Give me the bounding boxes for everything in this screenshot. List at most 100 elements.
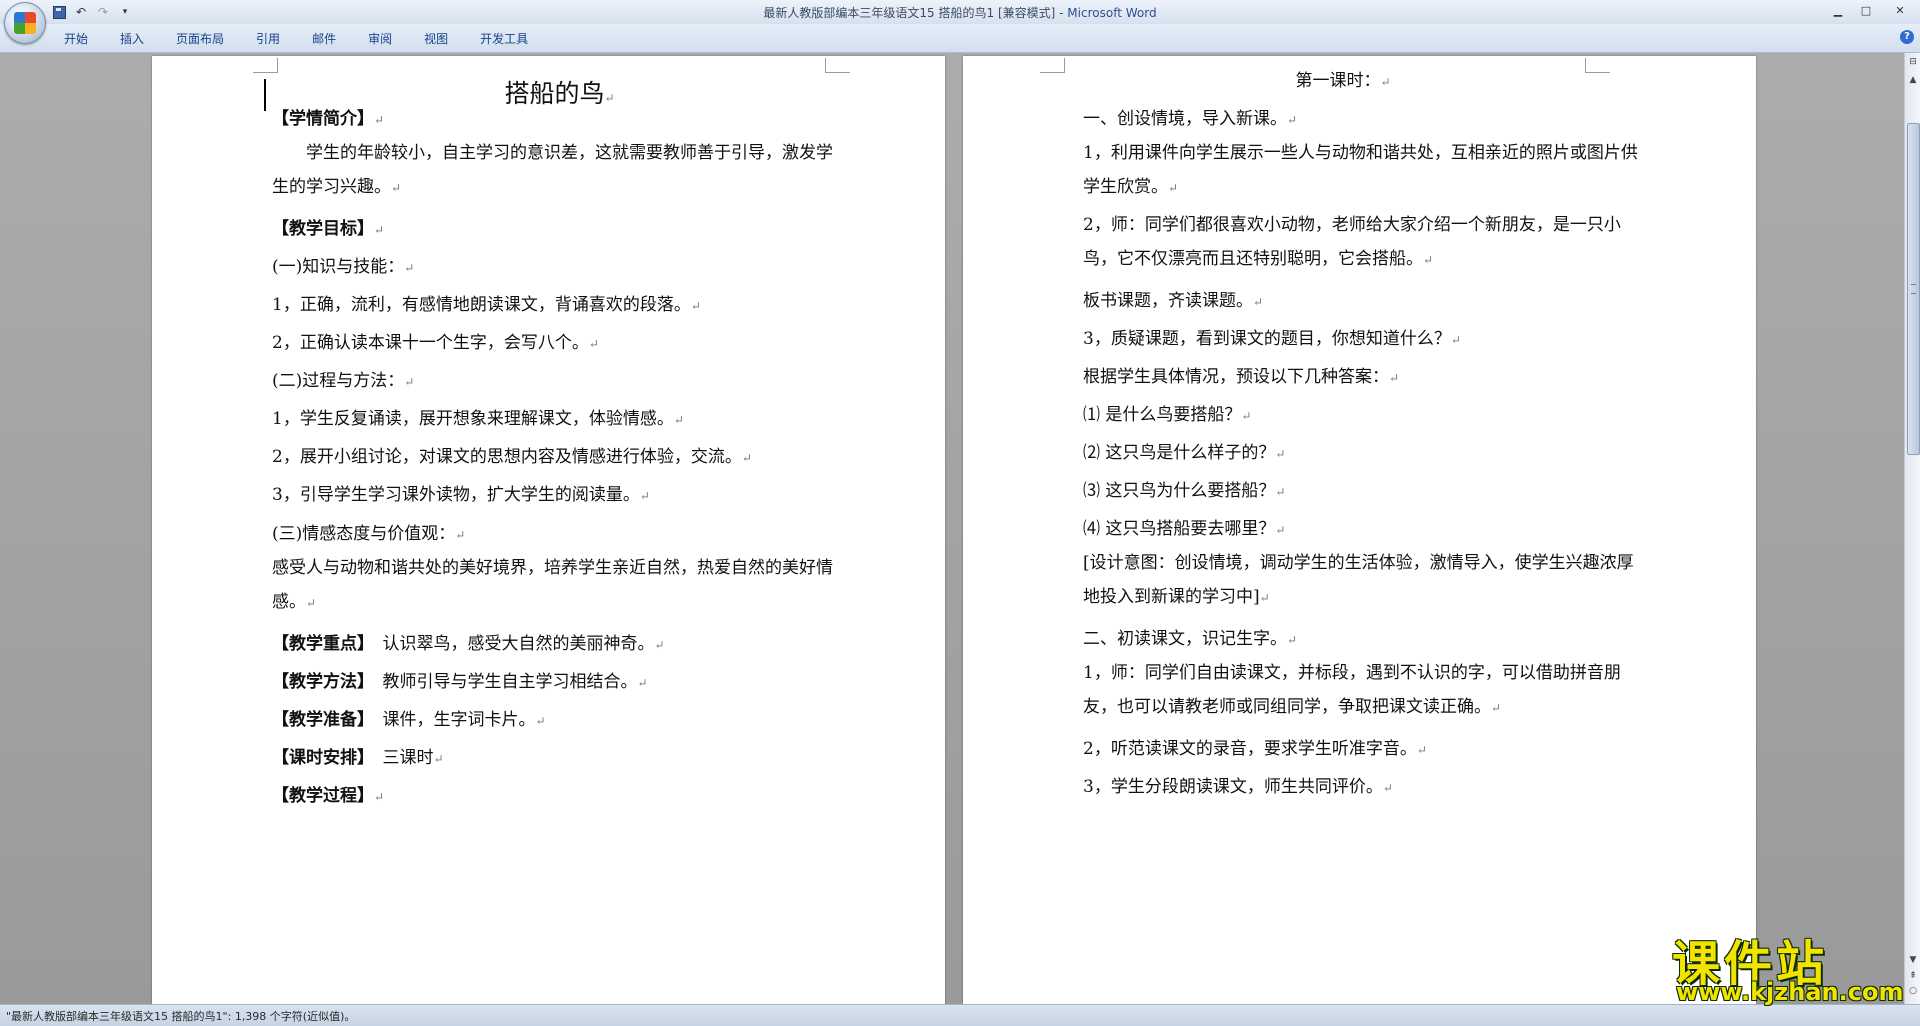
previous-page-button[interactable]: ⇞ <box>1906 969 1920 983</box>
paragraph-mark: ↵ <box>1287 113 1298 127</box>
document-name: 最新人教版部编本三年级语文15 搭船的鸟1 [兼容模式] <box>763 6 1056 20</box>
paragraph[interactable]: ⑵ 这只鸟是什么样子的？↵ <box>1083 432 1285 475</box>
vertical-scrollbar[interactable]: ⊟ ▲ ▼ ⇞ ○ <box>1904 53 1920 1004</box>
paragraph[interactable]: 【教学准备】 课件，生字词卡片。↵ <box>272 699 546 742</box>
paragraph[interactable]: (一)知识与技能：↵ <box>272 246 414 289</box>
paragraph[interactable]: 【教学方法】 教师引导与学生自主学习相结合。↵ <box>272 661 648 704</box>
document-workspace[interactable]: 搭船的鸟↵ 【学情简介】↵ 学生的年龄较小，自主学习的意识差，这就需要教师善于引… <box>0 53 1904 1004</box>
tab-page-layout[interactable]: 页面布局 <box>160 30 240 48</box>
paragraph-mark: ↵ <box>1450 333 1461 347</box>
paragraph[interactable]: 2，正确认读本课十一个生字，会写八个。↵ <box>272 322 599 365</box>
paragraph-text: 1，师：同学们自由读课文，并标段，遇到不认识的字，可以借助拼音朋友，也可以请教老… <box>1083 663 1621 717</box>
save-button[interactable] <box>50 3 68 21</box>
paragraph-text: 3，学生分段朗读课文，师生共同评价。 <box>1083 777 1383 797</box>
paragraph[interactable]: 1，正确，流利，有感情地朗读课文，背诵喜欢的段落。↵ <box>272 284 701 327</box>
paragraph[interactable]: 1，学生反复诵读，展开想象来理解课文，体验情感。↵ <box>272 398 684 441</box>
section-heading: 【教学重点】 <box>272 634 366 654</box>
undo-button[interactable]: ↶ <box>72 3 90 21</box>
paragraph-mark: ↵ <box>1382 781 1393 795</box>
scroll-thumb[interactable] <box>1907 123 1920 455</box>
paragraph-mark: ↵ <box>1275 523 1286 537</box>
document-page-right[interactable]: 第一课时：↵ 一、创设情境，导入新课。↵ 1，利用课件向学生展示一些人与动物和谐共处… <box>963 56 1756 1004</box>
paragraph[interactable]: 【教学重点】 认识翠鸟，感受大自然的美丽神奇。↵ <box>272 623 665 666</box>
paragraph[interactable]: 【教学过程】↵ <box>272 775 384 818</box>
paragraph-mark: ↵ <box>1389 371 1400 385</box>
paragraph-text: 三课时 <box>365 748 434 768</box>
tab-review[interactable]: 审阅 <box>352 30 408 48</box>
paragraph-text: 1，正确，流利，有感情地朗读课文，背诵喜欢的段落。 <box>272 295 691 315</box>
paragraph[interactable]: 1，师：同学们自由读课文，并标段，遇到不认识的字，可以借助拼音朋友，也可以请教老… <box>1083 656 1643 725</box>
section-heading: 【课时安排】 <box>272 748 366 768</box>
paragraph[interactable]: ⑷ 这只鸟搭船要去哪里？↵ <box>1083 508 1285 551</box>
paragraph[interactable]: 2，听范读课文的录音，要求学生听准字音。↵ <box>1083 728 1427 771</box>
paragraph-text: 2，听范读课文的录音，要求学生听准字音。 <box>1083 739 1417 759</box>
tab-insert[interactable]: 插入 <box>104 30 160 48</box>
paragraph[interactable]: 2，师：同学们都很喜欢小动物，老师给大家介绍一个新朋友，是一只小鸟，它不仅漂亮而… <box>1083 208 1643 277</box>
paragraph[interactable]: 【教学目标】↵ <box>272 208 384 251</box>
scroll-up-button[interactable]: ▲ <box>1906 73 1920 87</box>
section-heading: 【教学过程】 <box>272 786 374 806</box>
window-controls: ▁ □ ✕ <box>1824 0 1920 22</box>
paragraph[interactable]: 根据学生具体情况，预设以下几种答案：↵ <box>1083 356 1399 399</box>
paragraph[interactable]: ⑴ 是什么鸟要搭船？↵ <box>1083 394 1251 437</box>
paragraph-mark: ↵ <box>374 223 385 237</box>
tab-mailings[interactable]: 邮件 <box>296 30 352 48</box>
paragraph-mark: ↵ <box>391 181 402 195</box>
maximize-button[interactable]: □ <box>1852 0 1880 20</box>
redo-button[interactable]: ↷ <box>94 3 112 21</box>
lesson-heading[interactable]: 第一课时：↵ <box>1063 60 1623 103</box>
paragraph-mark: ↵ <box>1287 633 1298 647</box>
paragraph-mark: ↵ <box>1275 447 1286 461</box>
paragraph[interactable]: 3，学生分段朗读课文，师生共同评价。↵ <box>1083 766 1393 809</box>
paragraph-text: 3，质疑课题，看到课文的题目，你想知道什么？ <box>1083 329 1451 349</box>
paragraph[interactable]: [设计意图：创设情境，调动学生的生活体验，激情导入，使学生兴趣浓厚地投入到新课的… <box>1083 546 1643 615</box>
paragraph-mark: ↵ <box>1491 701 1502 715</box>
paragraph[interactable]: 【课时安排】 三课时↵ <box>272 737 444 780</box>
paragraph[interactable]: (二)过程与方法：↵ <box>272 360 414 403</box>
tab-references[interactable]: 引用 <box>240 30 296 48</box>
paragraph-mark: ↵ <box>1380 75 1391 89</box>
paragraph[interactable]: 一、创设情境，导入新课。↵ <box>1083 98 1297 141</box>
undo-icon: ↶ <box>75 5 87 19</box>
paragraph-mark: ↵ <box>1241 409 1252 423</box>
select-browse-object-button[interactable]: ○ <box>1906 984 1920 998</box>
margin-corner-mark <box>253 58 278 73</box>
paragraph[interactable]: 二、初读课文，识记生字。↵ <box>1083 618 1297 661</box>
office-button[interactable] <box>4 2 46 44</box>
close-button[interactable]: ✕ <box>1880 0 1920 20</box>
paragraph-mark: ↵ <box>588 337 599 351</box>
paragraph[interactable]: 3，质疑课题，看到课文的题目，你想知道什么？↵ <box>1083 318 1461 361</box>
paragraph-mark: ↵ <box>1423 253 1434 267</box>
view-ruler-icon[interactable]: ⊟ <box>1906 55 1920 69</box>
customize-qat-button[interactable]: ▾ <box>116 3 134 21</box>
save-icon <box>52 5 66 19</box>
paragraph[interactable]: 【学情简介】↵ <box>272 98 384 141</box>
paragraph[interactable]: ⑶ 这只鸟为什么要搭船？↵ <box>1083 470 1285 513</box>
tab-developer[interactable]: 开发工具 <box>464 30 544 48</box>
paragraph-mark: ↵ <box>690 299 701 313</box>
help-icon[interactable]: ? <box>1900 30 1914 44</box>
paragraph[interactable]: 1，利用课件向学生展示一些人与动物和谐共处，互相亲近的照片或图片供学生欣赏。↵ <box>1083 136 1643 205</box>
paragraph-text: 1，学生反复诵读，展开想象来理解课文，体验情感。 <box>272 409 674 429</box>
tab-home[interactable]: 开始 <box>48 30 104 48</box>
paragraph[interactable]: 板书课题，齐读课题。↵ <box>1083 280 1263 323</box>
paragraph-mark: ↵ <box>637 676 648 690</box>
paragraph-mark: ↵ <box>535 714 546 728</box>
paragraph-text: 2，正确认读本课十一个生字，会写八个。 <box>272 333 589 353</box>
paragraph-text: ⑶ 这只鸟为什么要搭船？ <box>1083 481 1276 501</box>
document-page-left[interactable]: 搭船的鸟↵ 【学情简介】↵ 学生的年龄较小，自主学习的意识差，这就需要教师善于引… <box>152 56 945 1004</box>
tab-view[interactable]: 视图 <box>408 30 464 48</box>
paragraph[interactable]: 学生的年龄较小，自主学习的意识差，这就需要教师善于引导，激发学生的学习兴趣。↵ <box>272 136 847 205</box>
paragraph[interactable]: 3，引导学生学习课外读物，扩大学生的阅读量。↵ <box>272 474 650 517</box>
section-heading: 【教学方法】 <box>272 672 366 692</box>
scroll-down-button[interactable]: ▼ <box>1906 953 1920 967</box>
maximize-icon: □ <box>1860 3 1872 17</box>
paragraph-mark: ↵ <box>374 790 385 804</box>
minimize-button[interactable]: ▁ <box>1824 0 1852 20</box>
paragraph-mark: ↵ <box>1168 181 1179 195</box>
paragraph[interactable]: 2，展开小组讨论，对课文的思想内容及情感进行体验，交流。↵ <box>272 436 752 479</box>
paragraph[interactable]: (三)情感态度与价值观：↵ <box>272 513 465 556</box>
paragraph-mark: ↵ <box>639 489 650 503</box>
word-count-status[interactable]: "最新人教版部编本三年级语文15 搭船的鸟1": 1,398 个字符(近似值)。 <box>6 1008 355 1024</box>
paragraph[interactable]: 感受人与动物和谐共处的美好境界，培养学生亲近自然，热爱自然的美好情感。↵ <box>272 551 847 620</box>
